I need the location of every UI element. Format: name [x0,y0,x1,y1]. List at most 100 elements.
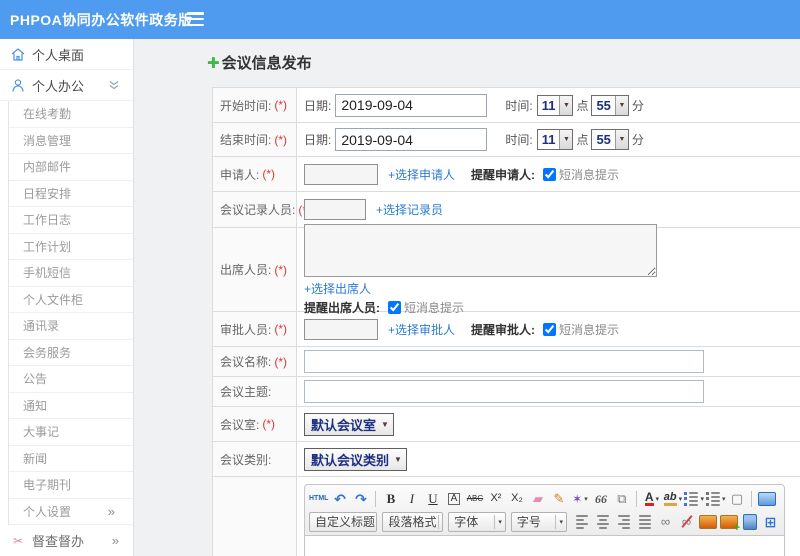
underline-icon[interactable]: U [423,489,442,508]
form-row-end-time: 结束时间:(*) 日期: 时间: 11▼ 点 55▼ 分 [213,123,800,157]
editor-style-select-0[interactable]: 自定义标题▾ [309,511,378,532]
field-label-meeting-subject: 会议主题: [213,377,297,406]
sidebar-item[interactable]: 会务服务 [9,340,133,366]
remind-approver-label: 提醒审批人: [471,322,536,337]
chevron-down-icon: ▼ [394,454,402,464]
form-row-meeting-room: 会议室: (*) 默认会议室 ▼ [213,407,800,442]
editor-content-area[interactable] [304,536,785,556]
page-title-text: 会议信息发布 [221,55,312,72]
sidebar-item-supervision[interactable]: ✂ 督查督办 » [0,525,133,556]
format-brush-icon[interactable]: ✎ [549,489,568,508]
choose-attendees-link[interactable]: +选择出席人 [304,282,371,296]
start-date-input[interactable] [335,93,488,117]
align-right-icon[interactable] [614,512,633,531]
attendees-sms-checkbox[interactable] [388,300,401,314]
choose-approver-link[interactable]: +选择审批人 [388,321,455,338]
end-date-input[interactable] [335,128,488,151]
required-marker: (*) [274,262,288,277]
sidebar-item[interactable]: 大事记 [9,419,133,446]
required-marker: (*) [274,98,288,112]
required-marker: (*) [274,132,288,147]
hamburger-menu-icon[interactable] [187,12,204,26]
align-center-icon[interactable] [593,512,612,531]
sidebar-item[interactable]: 手机短信 [9,260,133,287]
link-icon[interactable]: ∞ [656,512,675,531]
end-minute-select[interactable]: 55 ▼ [591,129,629,150]
redo-icon[interactable]: ↷ [351,489,370,508]
paste-icon[interactable]: ⧉ [612,489,631,508]
applicant-sms-checkbox[interactable] [543,167,557,181]
font-color-icon[interactable]: A ▾ [642,489,661,508]
chevron-down-icon: ▼ [559,95,573,115]
editor-toolbar: HTML↶↷BIUAABCX²X₂▰✎✶▾66⧉A▾ab▾▾▾▢ 自定义标题▾段… [304,484,785,536]
date-label: 日期: [304,133,332,147]
font-border-icon[interactable]: A [444,489,463,508]
align-justify-icon[interactable] [635,512,654,531]
sidebar-item[interactable]: 电子期刊 [9,472,133,499]
meeting-name-input[interactable] [304,350,704,373]
approver-input[interactable] [304,318,378,340]
sidebar-item[interactable]: 公告 [9,366,133,393]
editor-style-select-1[interactable]: 段落格式▾ [382,511,444,532]
align-left-icon[interactable] [572,512,591,531]
subscript-icon[interactable]: X₂ [507,489,526,508]
attendees-textarea[interactable] [304,223,657,277]
field-label-meeting-room: 会议室: (*) [213,407,297,441]
table-icon[interactable]: ⊞ [761,512,780,531]
sms-label: 短消息提示 [559,322,620,337]
eraser-icon[interactable]: ▰ [528,489,547,508]
unlink-icon[interactable]: ∞ [677,512,696,531]
editor-style-select-3[interactable]: 字号 ▾ [510,511,567,532]
approver-sms-checkbox[interactable] [543,322,557,336]
sidebar-item[interactable]: 工作日志 [9,207,133,234]
sidebar-item[interactable]: 工作计划 [9,234,133,260]
superscript-icon[interactable]: X² [486,489,505,508]
video-icon[interactable] [740,512,759,531]
ordered-list-icon[interactable]: ▾ [684,489,704,508]
scrawl-icon[interactable] [719,512,740,534]
sidebar-item[interactable]: 新闻 [9,446,133,472]
field-label-applicant: 申请人: (*) [213,157,297,191]
sidebar-item-personal-settings[interactable]: 个人设置 » [9,499,133,525]
sidebar-item-personal-office[interactable]: 个人办公 [0,70,133,101]
fullscreen-icon[interactable] [757,489,776,508]
chevron-down-icon: ▼ [614,130,628,149]
choose-recorder-link[interactable]: +选择记录员 [376,201,443,218]
sidebar-item[interactable]: 消息管理 [9,128,133,154]
meeting-subject-input[interactable] [304,380,704,403]
start-hour-select[interactable]: 11 ▼ [536,94,574,116]
sidebar-item[interactable]: 个人文件柜 [9,287,133,313]
editor-style-select-2[interactable]: 字体 ▾ [448,511,506,532]
applicant-input[interactable] [304,163,378,185]
sidebar-item[interactable]: 在线考勤 [9,101,133,128]
form-row-start-time: 开始时间:(*) 日期: 时间: 11▼ 点 55▼ 分 [213,88,800,123]
rich-text-editor: HTML↶↷BIUAABCX²X₂▰✎✶▾66⧉A▾ab▾▾▾▢ 自定义标题▾段… [304,484,785,556]
image-icon[interactable] [698,512,717,531]
highlight-color-icon[interactable]: ab ▾ [663,489,682,508]
strikethrough-icon[interactable]: ABC [465,489,484,508]
page-title: ✚ 会议信息发布 [207,52,800,73]
html-source-icon[interactable]: HTML [309,489,328,508]
new-page-icon[interactable]: ▢ [727,489,746,508]
field-label-attendees: 出席人员: (*) [213,228,297,311]
form-row-applicant: 申请人: (*) +选择申请人 提醒申请人: 短消息提示 [213,157,800,192]
unordered-list-icon[interactable]: ▾ [705,489,725,508]
meeting-room-select[interactable]: 默认会议室 ▼ [304,412,394,436]
meeting-category-select[interactable]: 默认会议类别 ▼ [304,447,407,471]
auto-typeset-icon[interactable]: ✶ ▾ [570,489,589,508]
italic-icon[interactable]: I [402,489,421,508]
end-hour-select[interactable]: 11 ▼ [536,129,574,150]
sidebar-item-personal-desktop[interactable]: 个人桌面 [0,39,133,70]
undo-icon[interactable]: ↶ [330,489,349,508]
start-minute-select[interactable]: 55 ▼ [591,94,629,116]
sidebar-item[interactable]: 内部邮件 [9,154,133,181]
sidebar: 个人桌面 个人办公 在线考勤 消息管理 内部邮件 日程安排 工作日志 工作计划 手机短信 个人… [0,39,134,556]
sidebar-item[interactable]: 通讯录 [9,313,133,340]
sidebar-item[interactable]: 日程安排 [9,181,133,207]
bold-icon[interactable]: B [381,489,400,508]
remind-applicant-label: 提醒申请人: [471,167,536,182]
sidebar-item[interactable]: 通知 [9,393,133,419]
sidebar-item-label: 督查督办 [32,534,85,549]
blockquote-icon[interactable]: 66 [591,489,610,508]
choose-applicant-link[interactable]: +选择申请人 [388,166,455,183]
